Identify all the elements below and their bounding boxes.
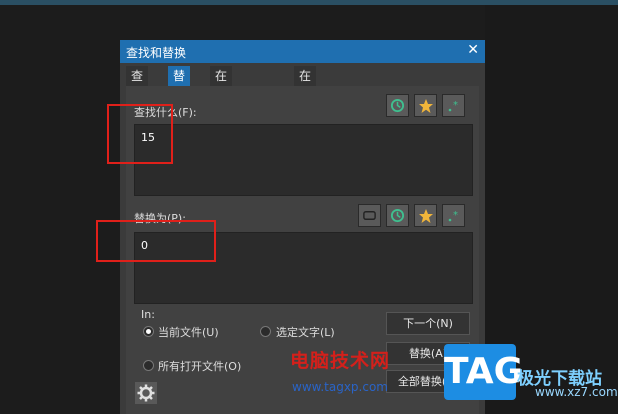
regex-button[interactable]: *: [442, 94, 465, 117]
swap-icon: [363, 211, 376, 220]
watermark-brand-url: www.xz7.com: [535, 385, 618, 399]
dialog-titlebar: 查找和替换 ✕: [120, 40, 485, 63]
in-label: In:: [141, 308, 155, 321]
find-input[interactable]: 15: [134, 124, 473, 196]
tab-replace-in-files[interactable]: 在文件中替换: [294, 66, 317, 183]
replace-history-button[interactable]: [386, 204, 409, 227]
tab-find[interactable]: 查找: [126, 66, 149, 103]
history-button[interactable]: [386, 94, 409, 117]
swap-button[interactable]: [358, 204, 381, 227]
tab-replace[interactable]: 替换: [168, 66, 191, 103]
regex-icon: *: [448, 100, 458, 112]
watermark-site-name: 电脑技术网: [290, 350, 391, 372]
tab-find-in-files[interactable]: 在文件中查找: [210, 66, 233, 183]
history-icon: [390, 208, 405, 223]
scope-current-file-radio[interactable]: [143, 326, 154, 337]
svg-text:*: *: [453, 210, 458, 221]
find-highlight-box: [107, 104, 173, 164]
scope-current-file-label: 当前文件(U): [158, 326, 219, 339]
regex-icon: *: [448, 210, 458, 222]
scope-all-open-label: 所有打开文件(O): [158, 360, 242, 373]
watermark-site-url: www.tagxp.com: [292, 380, 388, 394]
favorite-button[interactable]: [414, 94, 437, 117]
close-icon[interactable]: ✕: [467, 42, 479, 58]
svg-text:*: *: [453, 100, 458, 111]
dialog-title: 查找和替换: [126, 46, 187, 60]
gear-icon: [137, 384, 155, 402]
watermark-logo: TAG: [444, 344, 523, 400]
replace-favorite-button[interactable]: [414, 204, 437, 227]
scope-selection-radio[interactable]: [260, 326, 271, 337]
next-button[interactable]: 下一个(N): [386, 312, 470, 335]
settings-button[interactable]: [135, 382, 157, 404]
scope-selection-label: 选定文字(L): [276, 326, 335, 339]
history-icon: [390, 98, 405, 113]
star-icon: [419, 209, 433, 223]
star-icon: [419, 99, 433, 113]
replace-highlight-box: [96, 220, 216, 262]
scope-all-open-radio[interactable]: [143, 360, 154, 371]
replace-regex-button[interactable]: *: [442, 204, 465, 227]
